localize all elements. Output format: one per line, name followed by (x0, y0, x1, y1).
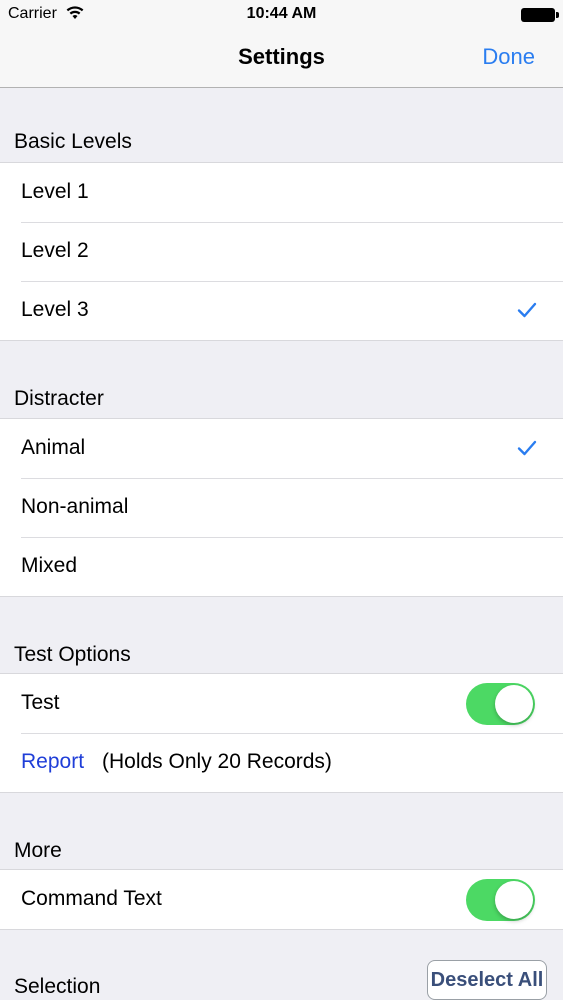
page-title: Settings (238, 44, 325, 69)
more-group: Command Text (0, 869, 563, 930)
done-button[interactable]: Done (482, 44, 535, 70)
toggle-knob (495, 685, 533, 723)
level-3-row[interactable]: Level 3 (0, 281, 563, 340)
non-animal-row[interactable]: Non-animal (0, 478, 563, 537)
toggle-knob (495, 881, 533, 919)
section-header-selection: Selection (14, 975, 101, 998)
status-time: 10:44 AM (246, 5, 317, 22)
animal-row[interactable]: Animal (0, 419, 563, 478)
command-text-toggle[interactable] (466, 879, 535, 921)
test-row: Test (0, 674, 563, 733)
checkmark-icon (517, 440, 537, 456)
test-options-group: Test Report (Holds Only 20 Records) (0, 673, 563, 793)
non-animal-label: Non-animal (21, 495, 129, 518)
level-1-label: Level 1 (21, 180, 89, 203)
level-3-label: Level 3 (21, 298, 89, 321)
report-link[interactable]: Report (21, 750, 84, 774)
distracter-group: Animal Non-animal Mixed (0, 418, 563, 597)
report-note: (Holds Only 20 Records) (102, 750, 332, 773)
level-2-label: Level 2 (21, 239, 89, 262)
report-row: Report (Holds Only 20 Records) (0, 733, 563, 792)
test-label: Test (21, 691, 60, 714)
animal-label: Animal (21, 436, 86, 459)
level-2-row[interactable]: Level 2 (0, 222, 563, 281)
command-text-label: Command Text (21, 887, 162, 910)
deselect-all-button[interactable]: Deselect All (427, 960, 547, 1000)
basic-levels-group: Level 1 Level 2 Level 3 (0, 162, 563, 341)
section-header-more: More (14, 839, 62, 862)
section-header-basic-levels: Basic Levels (14, 130, 132, 153)
command-text-row: Command Text (0, 870, 563, 929)
section-header-distracter: Distracter (14, 387, 104, 410)
level-1-row[interactable]: Level 1 (0, 163, 563, 222)
mixed-label: Mixed (21, 554, 78, 577)
navigation-bar: Settings Done (0, 30, 563, 88)
mixed-row[interactable]: Mixed (0, 537, 563, 596)
status-bar: Carrier 10:44 AM (0, 0, 563, 30)
battery-icon (521, 8, 559, 22)
section-header-test-options: Test Options (14, 643, 131, 666)
checkmark-icon (517, 302, 537, 318)
test-toggle[interactable] (466, 683, 535, 725)
